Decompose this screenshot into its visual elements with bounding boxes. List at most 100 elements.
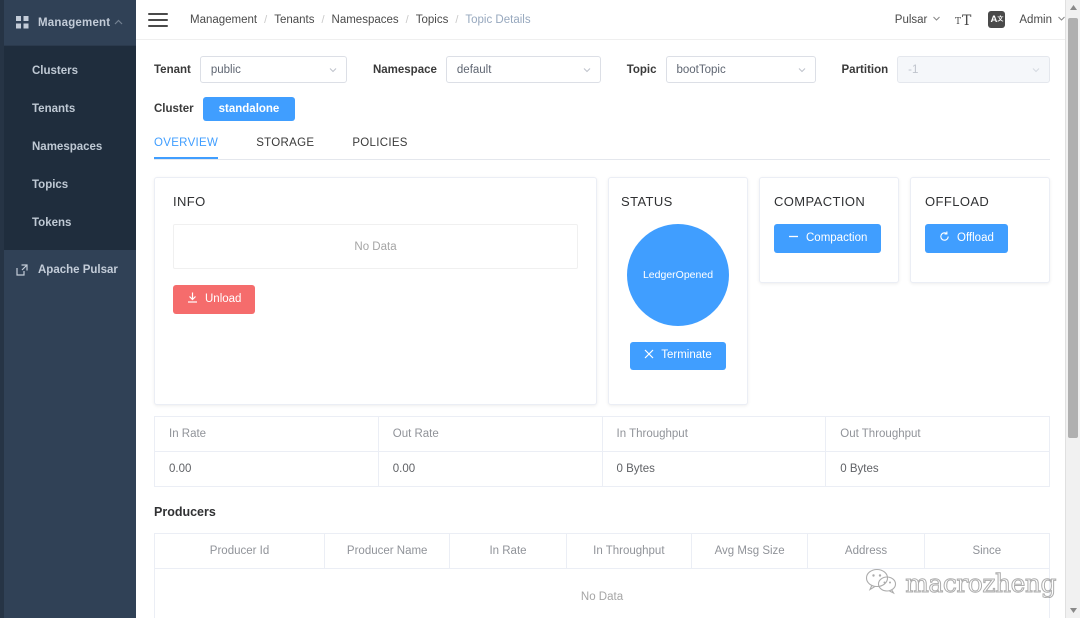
status-card-title: STATUS: [621, 194, 673, 209]
svg-text:T: T: [962, 13, 972, 28]
compaction-button[interactable]: Compaction: [774, 224, 882, 253]
namespace-select-value: default: [456, 63, 492, 76]
info-empty-text: No Data: [354, 240, 397, 253]
hamburger-icon[interactable]: [148, 12, 168, 27]
namespace-select[interactable]: default: [445, 56, 601, 83]
scrollbar-thumb[interactable]: [1068, 18, 1078, 438]
partition-select-value: -1: [908, 63, 919, 76]
grid-icon: [16, 16, 29, 29]
metrics-table-header-row: In Rate Out Rate In Throughput Out Throu…: [154, 416, 1050, 452]
chevron-down-icon: [582, 65, 592, 75]
sidebar-filler: [0, 290, 136, 618]
sidebar-accent-bar: [0, 0, 4, 618]
offload-button[interactable]: Offload: [925, 224, 1008, 253]
producers-section-title: Producers: [154, 505, 216, 519]
tab-storage[interactable]: STORAGE: [256, 137, 314, 159]
sidebar-group-management[interactable]: Management: [0, 0, 136, 46]
terminate-button[interactable]: Terminate: [630, 342, 726, 370]
chevron-down-icon: [932, 14, 941, 26]
breadcrumb-item-topics[interactable]: Topics: [416, 14, 449, 26]
compaction-button-label: Compaction: [806, 231, 868, 244]
refresh-icon: [939, 231, 950, 246]
producers-col-avg-msg-size: Avg Msg Size: [691, 533, 809, 569]
topic-label: Topic: [626, 63, 657, 76]
cluster-label: Cluster: [154, 103, 194, 115]
producers-col-producer-name: Producer Name: [324, 533, 451, 569]
breadcrumb-item-namespaces[interactable]: Namespaces: [332, 14, 399, 26]
table-row: No Data: [155, 569, 1050, 618]
breadcrumb-separator: /: [264, 13, 268, 26]
sidebar-item-label: Clusters: [32, 65, 79, 77]
sidebar-item-namespaces[interactable]: Namespaces: [0, 128, 136, 166]
unload-button[interactable]: Unload: [173, 285, 256, 314]
offload-card-title: OFFLOAD: [925, 194, 990, 209]
topic-select[interactable]: bootTopic: [665, 56, 816, 83]
tenant-label: Tenant: [154, 63, 191, 76]
sidebar-item-tenants[interactable]: Tenants: [0, 90, 136, 128]
sidebar-item-tokens[interactable]: Tokens: [0, 204, 136, 242]
metrics-col-in-throughput: In Throughput: [602, 416, 827, 452]
scroll-down-arrow-icon[interactable]: [1066, 603, 1080, 618]
font-size-icon[interactable]: T T: [955, 12, 974, 28]
cards-row: INFO No Data Unload STATUS LedgerOpened …: [154, 177, 1050, 405]
page-scrollbar[interactable]: [1065, 0, 1080, 618]
user-dropdown[interactable]: Admin: [1019, 14, 1066, 26]
breadcrumb-item-management[interactable]: Management: [190, 14, 257, 26]
sidebar-item-label: Tokens: [32, 217, 72, 229]
offload-card: OFFLOAD Offload: [910, 177, 1050, 283]
env-dropdown[interactable]: Pulsar: [895, 14, 942, 26]
tab-policies[interactable]: POLICIES: [352, 137, 407, 159]
sidebar-item-label: Namespaces: [32, 141, 103, 153]
producers-table: Producer Id Producer Name In Rate In Thr…: [154, 533, 1050, 618]
info-empty-state: No Data: [173, 224, 578, 269]
sidebar-item-clusters[interactable]: Clusters: [0, 52, 136, 90]
producers-col-address: Address: [807, 533, 925, 569]
chevron-down-icon: [797, 65, 807, 75]
producers-col-in-throughput: In Throughput: [566, 533, 692, 569]
status-indicator: LedgerOpened: [627, 224, 729, 326]
metrics-cell-in-throughput: 0 Bytes: [602, 451, 827, 487]
tab-bar: OVERVIEW STORAGE POLICIES: [154, 137, 1050, 160]
cluster-row: Cluster standalone: [154, 97, 1050, 121]
sidebar-item-topics[interactable]: Topics: [0, 166, 136, 204]
breadcrumb-separator: /: [321, 13, 325, 26]
user-dropdown-label: Admin: [1019, 13, 1052, 26]
top-navbar: Management / Tenants / Namespaces / Topi…: [136, 0, 1080, 40]
cluster-chip-standalone[interactable]: standalone: [202, 97, 296, 121]
sidebar-item-apache-pulsar[interactable]: Apache Pulsar: [0, 250, 136, 290]
chevron-down-icon: [1031, 65, 1041, 75]
status-indicator-label: LedgerOpened: [642, 269, 714, 281]
compaction-card: COMPACTION Compaction: [759, 177, 899, 283]
info-card: INFO No Data Unload: [154, 177, 597, 405]
metrics-cell-out-throughput: 0 Bytes: [825, 451, 1050, 487]
status-actions: Terminate: [621, 342, 735, 370]
sidebar-item-label: Topics: [32, 179, 69, 191]
partition-label: Partition: [841, 63, 889, 76]
info-card-title: INFO: [173, 194, 206, 209]
minus-icon: [788, 231, 799, 246]
producers-col-since: Since: [924, 533, 1050, 569]
main-area: Management / Tenants / Namespaces / Topi…: [136, 0, 1080, 618]
terminate-button-label: Terminate: [661, 349, 712, 361]
metrics-table: In Rate Out Rate In Throughput Out Throu…: [154, 416, 1050, 487]
sidebar-item-label: Tenants: [32, 103, 76, 115]
metrics-col-out-throughput: Out Throughput: [825, 416, 1050, 452]
breadcrumb-item-topic-details: Topic Details: [465, 13, 531, 26]
metrics-cell-in-rate: 0.00: [154, 451, 379, 487]
sidebar-group-label: Management: [38, 16, 111, 29]
close-icon: [644, 349, 654, 363]
breadcrumb-item-tenants[interactable]: Tenants: [274, 14, 314, 26]
sidebar: Management Clusters Tenants Namespaces T…: [0, 0, 136, 618]
sidebar-submenu: Clusters Tenants Namespaces Topics Token…: [0, 46, 136, 250]
translate-icon[interactable]: A 文: [988, 11, 1006, 28]
content-area: Tenant public Namespace default Topic bo…: [136, 40, 1080, 618]
tab-overview[interactable]: OVERVIEW: [154, 137, 219, 159]
sidebar-footer-label: Apache Pulsar: [38, 264, 118, 276]
offload-button-label: Offload: [957, 231, 994, 244]
scroll-up-arrow-icon[interactable]: [1066, 0, 1080, 15]
filter-row: Tenant public Namespace default Topic bo…: [154, 56, 1051, 83]
table-row: 0.00 0.00 0 Bytes 0 Bytes: [154, 451, 1050, 487]
tenant-select[interactable]: public: [199, 56, 347, 83]
breadcrumb-separator: /: [405, 13, 409, 26]
svg-text:T: T: [955, 17, 961, 27]
